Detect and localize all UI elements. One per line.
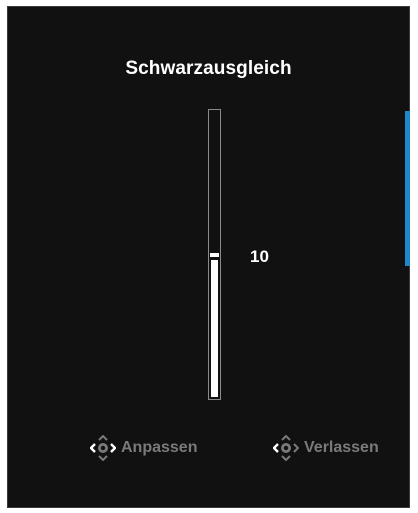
slider-fill <box>211 260 218 397</box>
slider-thumb[interactable] <box>210 253 219 257</box>
exit-hint: Verlassen <box>273 435 379 461</box>
adjust-hint: Anpassen <box>90 435 197 461</box>
adjust-label: Anpassen <box>121 439 198 456</box>
slider-value: 10 <box>250 247 269 266</box>
joystick-icon <box>273 435 299 461</box>
exit-label: Verlassen <box>304 439 379 456</box>
osd-title: Schwarzausgleich <box>125 58 292 79</box>
osd-menu-panel: Schwarzausgleich 10 Anpassen Verlassen <box>7 6 410 508</box>
side-indicator <box>405 111 410 266</box>
black-equalizer-slider[interactable] <box>208 109 221 400</box>
joystick-icon <box>90 435 116 461</box>
